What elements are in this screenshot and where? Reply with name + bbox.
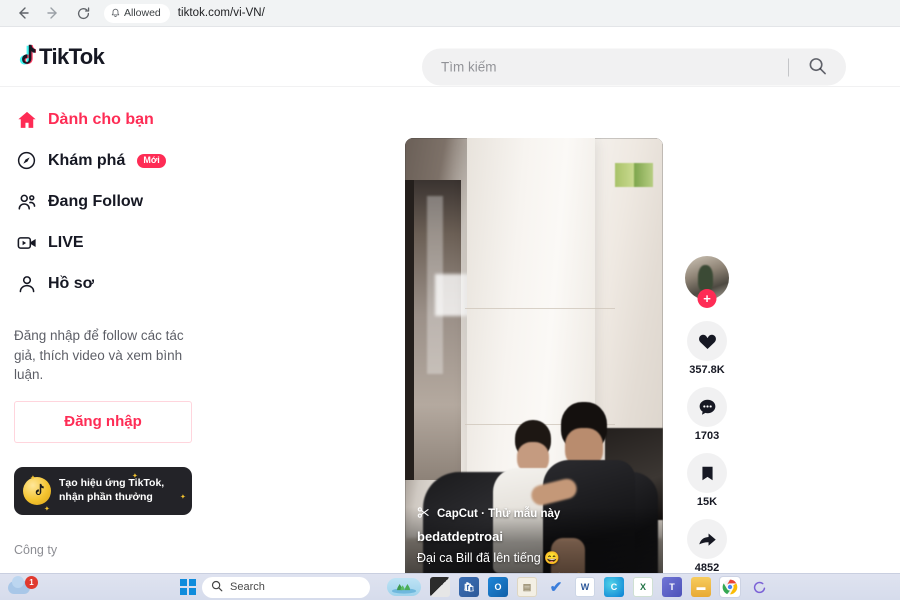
new-badge: Mới bbox=[137, 153, 166, 168]
search-icon bbox=[211, 580, 223, 595]
permission-label: Allowed bbox=[124, 7, 161, 19]
like-count: 357.8K bbox=[689, 364, 725, 376]
promo-text: Tạo hiệu ứng TikTok, nhận phần thưởng bbox=[59, 477, 164, 504]
sparkle-icon: ✦ bbox=[44, 505, 50, 513]
forward-button[interactable] bbox=[38, 2, 68, 24]
tiktok-header: TikTok bbox=[0, 27, 900, 87]
capcut-icon bbox=[417, 507, 430, 521]
sidebar-item-label: Đang Follow bbox=[48, 192, 144, 210]
sidebar-item-following[interactable]: Đang Follow bbox=[0, 181, 240, 222]
todo-icon[interactable]: ✔ bbox=[546, 577, 566, 597]
comment-count: 1703 bbox=[694, 430, 720, 442]
video-author[interactable]: bedatdeptroai bbox=[417, 529, 651, 544]
sidebar-item-label: Khám phá bbox=[48, 151, 126, 169]
live-video-icon bbox=[14, 230, 39, 255]
back-arrow-icon bbox=[15, 5, 31, 21]
windows-taskbar: 1 Search 🛍 O ▤ ✔ W C X T ▬ bbox=[0, 573, 900, 600]
search-submit-button[interactable] bbox=[789, 49, 846, 86]
windows-start-icon[interactable] bbox=[180, 579, 196, 595]
sparkle-icon: ✦ bbox=[30, 474, 36, 482]
comment-icon bbox=[687, 387, 727, 427]
reload-button[interactable] bbox=[68, 2, 98, 24]
search-icon bbox=[808, 56, 827, 78]
teams-icon[interactable]: T bbox=[662, 577, 682, 597]
video-row: CapCut · Thử mẫu này bedatdeptroai Đại c… bbox=[405, 95, 735, 600]
promo-line-1: Tạo hiệu ứng TikTok, bbox=[59, 477, 165, 490]
home-icon bbox=[14, 107, 39, 132]
sidebar-item-label: Dành cho bạn bbox=[48, 110, 154, 128]
compass-icon bbox=[14, 148, 39, 173]
sidebar-item-explore[interactable]: Khám phá Mới bbox=[0, 140, 240, 181]
capcut-template-link[interactable]: CapCut · Thử mẫu này bbox=[417, 507, 651, 521]
browser-toolbar: Allowed tiktok.com/vi-VN/ bbox=[0, 0, 900, 27]
tiktok-logo-text: TikTok bbox=[39, 43, 105, 69]
search-bar[interactable] bbox=[422, 48, 846, 86]
author-avatar[interactable]: + bbox=[685, 256, 729, 308]
url-text: tiktok.com/vi-VN/ bbox=[177, 7, 265, 19]
tiktok-coin-icon bbox=[23, 476, 51, 505]
forward-arrow-icon bbox=[45, 5, 61, 21]
sidebar-item-label: LIVE bbox=[48, 233, 84, 251]
search-input[interactable] bbox=[422, 59, 788, 75]
promo-line-2: nhận phần thưởng bbox=[59, 490, 153, 503]
share-icon bbox=[687, 519, 727, 559]
bookmark-icon bbox=[687, 453, 727, 493]
back-button[interactable] bbox=[8, 2, 38, 24]
permission-chip[interactable]: Allowed bbox=[104, 3, 170, 23]
file-explorer-icon[interactable]: ▬ bbox=[691, 577, 711, 597]
taskbar-search-label: Search bbox=[230, 581, 265, 593]
sidebar-item-profile[interactable]: Hồ sơ bbox=[0, 263, 240, 304]
bookmark-button[interactable]: 15K bbox=[687, 453, 727, 508]
video-caption: Đại ca Bill đã lên tiếng 😄 bbox=[417, 550, 560, 565]
sidebar-item-live[interactable]: LIVE bbox=[0, 222, 240, 263]
person-icon bbox=[14, 271, 39, 296]
edge-icon[interactable]: C bbox=[604, 577, 624, 597]
taskbar-center: Search 🛍 O ▤ ✔ W C X T ▬ bbox=[180, 576, 769, 598]
weather-badge: 1 bbox=[25, 576, 38, 589]
follow-badge[interactable]: + bbox=[697, 289, 717, 308]
sidebar: Dành cho bạn Khám phá Mới Đang Follow LI… bbox=[0, 87, 240, 600]
bookmark-count: 15K bbox=[696, 496, 718, 508]
sparkle-icon: ✦ bbox=[132, 472, 138, 480]
weather-island-icon[interactable] bbox=[387, 578, 421, 596]
video-action-rail: + 357.8K 1703 15K 4852 bbox=[679, 256, 735, 600]
taskbar-search[interactable]: Search bbox=[202, 576, 370, 598]
word-icon[interactable]: W bbox=[575, 577, 595, 597]
taskbar-app-icons: 🛍 O ▤ ✔ W C X T ▬ bbox=[387, 577, 769, 597]
people-icon bbox=[14, 189, 39, 214]
comment-button[interactable]: 1703 bbox=[687, 387, 727, 442]
outlook-icon[interactable]: O bbox=[488, 577, 508, 597]
sidebar-item-for-you[interactable]: Dành cho bạn bbox=[0, 99, 240, 140]
file-explorer-legacy-icon[interactable] bbox=[430, 577, 450, 597]
reload-icon bbox=[76, 6, 91, 21]
address-bar[interactable]: Allowed tiktok.com/vi-VN/ bbox=[104, 3, 892, 24]
video-player[interactable]: CapCut · Thử mẫu này bedatdeptroai Đại c… bbox=[405, 138, 663, 600]
bell-icon bbox=[111, 8, 120, 18]
excel-icon[interactable]: X bbox=[633, 577, 653, 597]
notepad-icon[interactable]: ▤ bbox=[517, 577, 537, 597]
like-button[interactable]: 357.8K bbox=[687, 321, 727, 376]
footer-company-link[interactable]: Công ty bbox=[14, 543, 226, 557]
heart-icon bbox=[687, 321, 727, 361]
page-body: Dành cho bạn Khám phá Mới Đang Follow LI… bbox=[0, 87, 900, 600]
login-prompt-text: Đăng nhập để follow các tác giả, thích v… bbox=[14, 328, 184, 383]
login-button[interactable]: Đăng nhập bbox=[14, 400, 192, 443]
share-button[interactable]: 4852 bbox=[687, 519, 727, 574]
tiktok-logo[interactable]: TikTok bbox=[14, 43, 105, 70]
tiktok-note-icon bbox=[14, 44, 37, 69]
weather-widget[interactable]: 1 bbox=[8, 575, 48, 598]
capcut-label: CapCut · Thử mẫu này bbox=[437, 507, 561, 520]
sidebar-item-label: Hồ sơ bbox=[48, 274, 95, 292]
video-feed: CapCut · Thử mẫu này bedatdeptroai Đại c… bbox=[240, 87, 900, 600]
copilot-icon[interactable] bbox=[749, 577, 769, 597]
microsoft-store-icon[interactable]: 🛍 bbox=[459, 577, 479, 597]
sparkle-icon: ✦ bbox=[180, 493, 186, 501]
chrome-icon[interactable] bbox=[720, 577, 740, 597]
promo-banner[interactable]: ✦ ✦ ✦ ✦ Tạo hiệu ứng TikTok, nhận phần t… bbox=[14, 466, 192, 515]
